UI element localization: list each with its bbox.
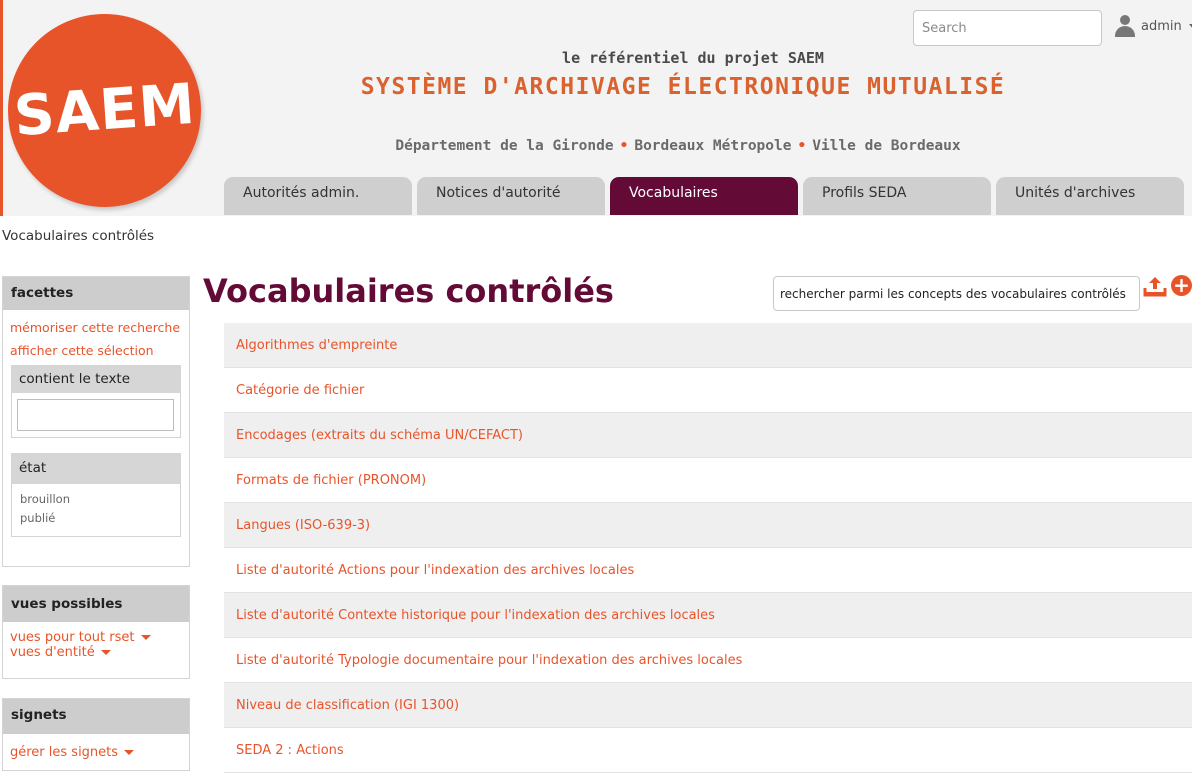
partner-bordeaux-metropole: Bordeaux Métropole	[634, 138, 792, 154]
page-title: Vocabulaires contrôlés	[203, 272, 614, 310]
facets-panel: facettes mémoriser cette recherche affic…	[2, 276, 190, 567]
vocabulary-row[interactable]: Algorithmes d'empreinte	[224, 323, 1192, 368]
vocabulary-row[interactable]: Liste d'autorité Contexte historique pou…	[224, 593, 1192, 638]
state-filter-title: état	[12, 454, 180, 484]
bookmarks-title: signets	[3, 699, 189, 734]
views-entity-link[interactable]: vues d'entité	[3, 645, 189, 662]
partner-gironde: Département de la Gironde	[395, 138, 614, 154]
tab-profils-seda[interactable]: Profils SEDA	[803, 177, 991, 215]
saem-logo[interactable]: SAEM	[8, 14, 201, 207]
partners-line: Département de la Gironde • Bordeaux Métro…	[373, 138, 983, 154]
views-rset-label: vues pour tout rset	[10, 630, 135, 645]
concept-search-input[interactable]	[773, 276, 1140, 311]
main-nav: Autorités admin. Notices d'autorité Voca…	[224, 177, 1184, 215]
tab-notices-autorite[interactable]: Notices d'autorité	[417, 177, 605, 215]
views-entity-label: vues d'entité	[10, 645, 95, 660]
logo-text: SAEM	[11, 71, 198, 150]
save-search-link[interactable]: mémoriser cette recherche	[3, 318, 189, 337]
breadcrumb-bar	[0, 216, 1192, 256]
vocabulary-row[interactable]: Catégorie de fichier	[224, 368, 1192, 413]
bullet-icon: •	[797, 138, 807, 154]
breadcrumb: Vocabulaires contrôlés	[2, 228, 155, 244]
user-menu[interactable]: admin	[1114, 15, 1192, 37]
search-input[interactable]	[913, 10, 1102, 46]
text-filter-input[interactable]	[17, 399, 174, 431]
caret-down-icon	[124, 750, 135, 755]
vocabulary-row[interactable]: Encodages (extraits du schéma UN/CEFACT)	[224, 413, 1192, 458]
text-filter-title: contient le texte	[12, 366, 180, 393]
tab-autorites-admin[interactable]: Autorités admin.	[224, 177, 412, 215]
tagline: le référentiel du projet SAEM	[562, 49, 824, 67]
upload-icon[interactable]	[1143, 275, 1167, 299]
manage-bookmarks-link[interactable]: gérer les signets	[3, 743, 189, 762]
vocabulary-row[interactable]: Niveau de classification (IGI 1300)	[224, 683, 1192, 728]
views-panel: vues possibles vues pour tout rset vues …	[2, 585, 190, 679]
system-title: SYSTÈME D'ARCHIVAGE ÉLECTRONIQUE MUTUALI…	[360, 74, 1006, 100]
partner-ville-bordeaux: Ville de Bordeaux	[812, 138, 961, 154]
vocabulary-row[interactable]: Formats de fichier (PRONOM)	[224, 458, 1192, 503]
vocabulary-row[interactable]: Liste d'autorité Actions pour l'indexati…	[224, 548, 1192, 593]
views-rset-link[interactable]: vues pour tout rset	[3, 630, 189, 645]
state-published[interactable]: publié	[17, 509, 175, 528]
vocabulary-row[interactable]: SEDA 2 : Actions	[224, 728, 1192, 773]
tab-vocabulaires[interactable]: Vocabulaires	[610, 177, 798, 215]
facets-title: facettes	[3, 277, 189, 310]
user-label: admin	[1141, 18, 1182, 34]
vocabulary-list: Algorithmes d'empreinte Catégorie de fic…	[224, 323, 1192, 773]
state-draft[interactable]: brouillon	[17, 490, 175, 509]
bullet-icon: •	[619, 138, 629, 154]
user-icon	[1114, 15, 1136, 37]
manage-bookmarks-label: gérer les signets	[10, 745, 119, 760]
bookmarks-panel: signets gérer les signets	[2, 698, 190, 771]
header-banner: SAEM le référentiel du projet SAEM SYSTÈ…	[0, 0, 1192, 216]
caret-down-icon	[100, 650, 111, 655]
tab-unites-archives[interactable]: Unités d'archives	[996, 177, 1184, 215]
vocabulary-row[interactable]: Liste d'autorité Typologie documentaire …	[224, 638, 1192, 683]
add-icon[interactable]: +	[1171, 275, 1192, 296]
text-filter-panel: contient le texte	[11, 365, 181, 438]
views-title: vues possibles	[3, 586, 189, 622]
caret-down-icon	[140, 635, 151, 640]
state-filter-panel: état brouillon publié	[11, 453, 181, 537]
vocabulary-row[interactable]: Langues (ISO-639-3)	[224, 503, 1192, 548]
show-selection-link[interactable]: afficher cette sélection	[3, 341, 189, 360]
